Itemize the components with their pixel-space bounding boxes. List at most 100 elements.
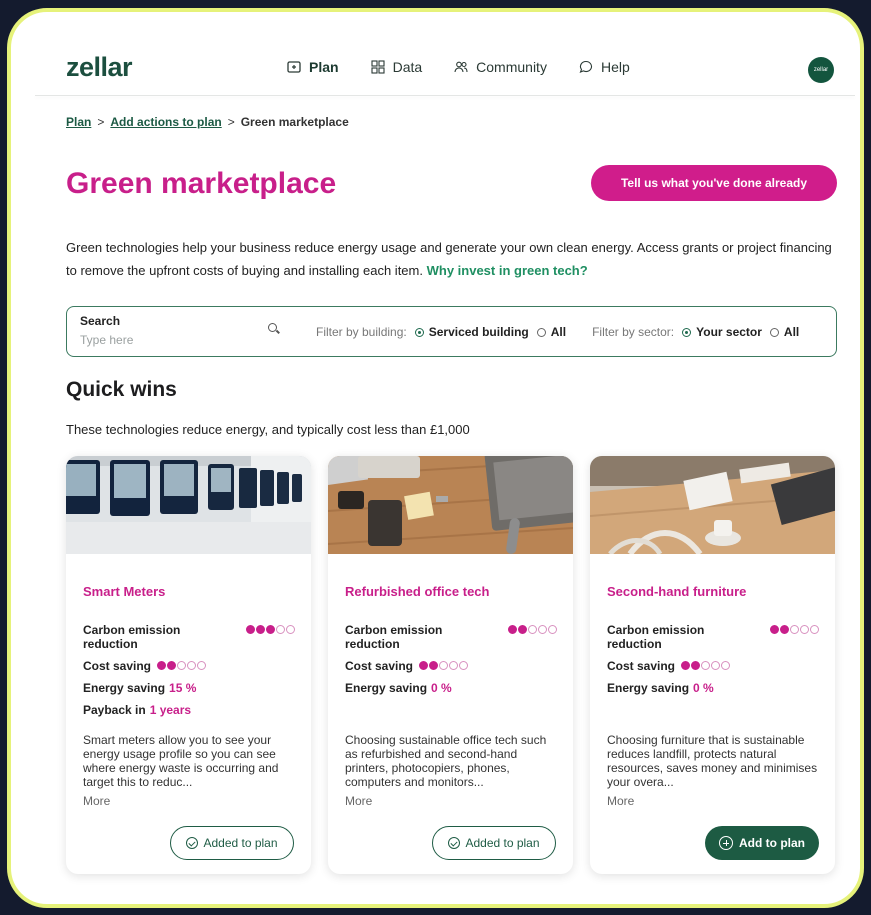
sector-filter-label: Filter by sector: (592, 325, 675, 339)
breadcrumb-separator: > (227, 115, 235, 129)
radio-unselected-icon (536, 327, 546, 337)
card-smart-meters[interactable]: Smart Meters Carbon emission reduction C… (66, 456, 311, 874)
carbon-rating (508, 625, 557, 634)
carbon-metric: Carbon emission reduction (345, 623, 557, 651)
search-label: Search (80, 314, 121, 328)
plan-icon (287, 60, 301, 74)
payback-label: Payback in (83, 703, 146, 717)
breadcrumb-current: Green marketplace (240, 115, 349, 129)
section-title: Quick wins (66, 378, 177, 401)
carbon-label: Carbon emission reduction (607, 623, 705, 651)
breadcrumb-add-actions[interactable]: Add actions to plan (110, 115, 221, 129)
radio-building-all[interactable]: All (536, 325, 567, 339)
page-title: Green marketplace (66, 167, 337, 200)
added-to-plan-button[interactable]: Added to plan (432, 826, 556, 860)
radio-unselected-icon (769, 327, 779, 337)
cost-metric: Cost saving (83, 659, 295, 673)
add-to-plan-button[interactable]: Add to plan (705, 826, 819, 860)
app-frame: zellar Plan Data Community Help zellar P… (7, 8, 864, 908)
button-label: Added to plan (203, 836, 278, 850)
carbon-metric: Carbon emission reduction (83, 623, 295, 651)
office-tech-image (328, 456, 573, 554)
nav-label: Help (600, 59, 630, 75)
breadcrumb: Plan > Add actions to plan > Green marke… (66, 115, 349, 129)
radio-label: Serviced building (428, 325, 529, 339)
cost-rating (681, 661, 731, 670)
carbon-label: Carbon emission reduction (83, 623, 181, 651)
card-description: Choosing sustainable office tech such as… (345, 733, 547, 789)
radio-your-sector[interactable]: Your sector (682, 325, 762, 339)
card-second-hand-furniture[interactable]: Second-hand furniture Carbon emission re… (590, 456, 835, 874)
card-title[interactable]: Second-hand furniture (607, 584, 746, 599)
card-metrics: Carbon emission reduction Cost saving En… (607, 623, 819, 703)
tell-us-button[interactable]: Tell us what you've done already (591, 165, 837, 201)
filter-bar: Search Filter by building: Serviced buil… (66, 306, 837, 357)
card-title[interactable]: Smart Meters (83, 584, 165, 599)
furniture-image (590, 456, 835, 554)
energy-label: Energy saving (607, 681, 690, 695)
nav-item-help[interactable]: Help (579, 59, 630, 75)
check-icon (448, 837, 461, 849)
energy-metric: Energy saving 15 % (83, 681, 295, 695)
chat-icon (579, 60, 593, 74)
carbon-rating (770, 625, 819, 634)
cost-rating (419, 661, 469, 670)
more-link[interactable]: More (345, 794, 372, 808)
cost-label: Cost saving (83, 659, 152, 673)
radio-serviced-building[interactable]: Serviced building (414, 325, 529, 339)
nav-label: Data (392, 59, 423, 75)
card-title[interactable]: Refurbished office tech (345, 584, 489, 599)
intro-text: Green technologies help your business re… (66, 236, 841, 282)
energy-value: 0 % (693, 681, 714, 695)
nav-item-community[interactable]: Community (454, 59, 547, 75)
more-link[interactable]: More (83, 794, 110, 808)
cost-label: Cost saving (345, 659, 414, 673)
card-metrics: Carbon emission reduction Cost saving En… (345, 623, 557, 703)
carbon-label: Carbon emission reduction (345, 623, 443, 651)
filters: Filter by building: Serviced building Al… (316, 325, 807, 339)
search-icon[interactable] (268, 323, 277, 332)
logo[interactable]: zellar (66, 52, 133, 83)
radio-label: Your sector (696, 325, 762, 339)
more-link[interactable]: More (607, 794, 634, 808)
energy-metric: Energy saving 0 % (345, 681, 557, 695)
radio-label: All (550, 325, 567, 339)
why-invest-link[interactable]: Why invest in green tech? (427, 263, 588, 278)
people-icon (454, 60, 468, 74)
nav-item-data[interactable]: Data (371, 59, 423, 75)
top-nav: zellar Plan Data Community Help zellar (11, 12, 860, 96)
avatar[interactable]: zellar (808, 57, 834, 83)
payback-value: 1 years (149, 703, 192, 717)
plus-icon (719, 836, 733, 850)
card-description: Choosing furniture that is sustainable r… (607, 733, 818, 789)
nav-item-plan[interactable]: Plan (287, 59, 339, 75)
breadcrumb-separator: > (97, 115, 105, 129)
cost-label: Cost saving (607, 659, 676, 673)
radio-sector-all[interactable]: All (769, 325, 800, 339)
cost-metric: Cost saving (607, 659, 819, 673)
nav-label: Plan (309, 59, 339, 75)
carbon-metric: Carbon emission reduction (607, 623, 819, 651)
search-input[interactable] (80, 333, 260, 347)
energy-value: 0 % (431, 681, 452, 695)
card-metrics: Carbon emission reduction Cost saving En… (83, 623, 295, 725)
cost-rating (157, 661, 207, 670)
building-filter-label: Filter by building: (316, 325, 407, 339)
nav-divider (35, 95, 855, 96)
section-subtitle: These technologies reduce energy, and ty… (66, 422, 470, 437)
check-icon (186, 837, 199, 849)
grid-icon (371, 60, 385, 74)
card-refurbished-office-tech[interactable]: Refurbished office tech Carbon emission … (328, 456, 573, 874)
card-description: Smart meters allow you to see your energ… (83, 733, 279, 789)
radio-label: All (783, 325, 800, 339)
breadcrumb-plan[interactable]: Plan (66, 115, 91, 129)
radio-selected-icon (682, 327, 692, 337)
energy-label: Energy saving (345, 681, 428, 695)
button-label: Add to plan (739, 836, 805, 850)
nav-links: Plan Data Community Help (287, 59, 630, 75)
cost-metric: Cost saving (345, 659, 557, 673)
nav-label: Community (476, 59, 547, 75)
radio-selected-icon (414, 327, 424, 337)
added-to-plan-button[interactable]: Added to plan (170, 826, 294, 860)
energy-metric: Energy saving 0 % (607, 681, 819, 695)
